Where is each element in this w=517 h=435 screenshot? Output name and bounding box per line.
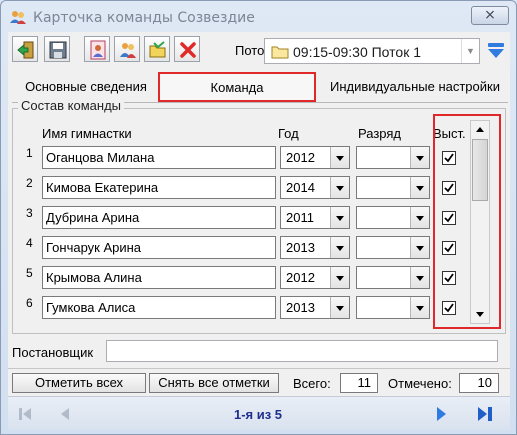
tab-individual-settings[interactable]: Индивидуальные настройки (320, 76, 510, 98)
director-label: Постановщик (12, 345, 94, 360)
rank-select[interactable] (356, 236, 430, 259)
card-person-button[interactable] (84, 36, 110, 62)
delete-icon (180, 42, 196, 58)
year-value: 2014 (286, 180, 315, 195)
open-folder-button[interactable] (144, 36, 170, 62)
chevron-down-icon[interactable] (410, 177, 429, 198)
marked-label: Отмечено: (388, 376, 452, 391)
column-header-name: Имя гимнастки (42, 126, 132, 141)
row-number: 6 (26, 296, 33, 310)
rank-select[interactable] (356, 206, 430, 229)
prev-record-icon (61, 408, 69, 420)
chevron-down-icon[interactable] (330, 147, 349, 168)
team-card-window: Карточка команды Созвездие ⨯ Поток: 09:1… (0, 0, 517, 435)
card-person-icon (90, 40, 106, 60)
folder-icon (271, 46, 289, 59)
last-record-button[interactable] (472, 401, 498, 427)
exit-door-icon (17, 41, 34, 59)
first-record-icon (19, 408, 31, 420)
save-button[interactable] (44, 36, 70, 62)
gymnast-name-field[interactable]: Оганцова Милана (42, 146, 276, 169)
close-button[interactable]: ⨯ (471, 6, 509, 25)
row-number: 2 (26, 176, 33, 190)
stream-select[interactable]: 09:15-09:30 Поток 1 ▼ (264, 38, 480, 64)
column-header-rank: Разряд (358, 126, 401, 141)
column-header-year: Год (278, 126, 299, 141)
chevron-down-icon[interactable] (330, 177, 349, 198)
chevron-down-icon[interactable] (330, 267, 349, 288)
row-number: 1 (26, 146, 33, 160)
year-select[interactable]: 2013 (280, 236, 350, 259)
unmark-all-button[interactable]: Снять все отметки (149, 373, 279, 393)
year-select[interactable]: 2013 (280, 296, 350, 319)
perform-column-highlight (433, 114, 501, 329)
rank-select[interactable] (356, 146, 430, 169)
year-select[interactable]: 2011 (280, 206, 350, 229)
group-title: Состав команды (18, 98, 125, 113)
people-icon (9, 9, 27, 25)
people-button[interactable] (114, 36, 140, 62)
marked-value: 10 (459, 373, 499, 393)
rank-select[interactable] (356, 296, 430, 319)
window-title: Карточка команды Созвездие (33, 10, 255, 26)
year-select[interactable]: 2012 (280, 266, 350, 289)
row-number: 4 (26, 236, 33, 250)
chevron-down-icon[interactable] (410, 147, 429, 168)
year-select[interactable]: 2012 (280, 146, 350, 169)
client-area: Поток: 09:15-09:30 Поток 1 ▼ Основные св… (8, 32, 510, 430)
total-label: Всего: (293, 376, 331, 391)
record-position: 1-я из 5 (233, 407, 283, 422)
prev-record-button[interactable] (52, 401, 78, 427)
stream-value: 09:15-09:30 Поток 1 (293, 44, 422, 60)
record-navigator: 1-я из 5 (8, 396, 510, 430)
year-select[interactable]: 2014 (280, 176, 350, 199)
chevron-down-icon[interactable]: ▼ (461, 39, 479, 63)
director-input[interactable] (106, 340, 498, 362)
gymnast-name-field[interactable]: Крымова Алина (42, 266, 276, 289)
exit-button[interactable] (12, 36, 38, 62)
people-icon (120, 43, 136, 58)
tab-team[interactable]: Команда (158, 72, 316, 102)
next-record-button[interactable] (428, 401, 454, 427)
last-record-icon (478, 407, 492, 421)
year-value: 2012 (286, 150, 315, 165)
chevron-down-icon[interactable] (410, 267, 429, 288)
filter-button[interactable] (484, 38, 508, 64)
next-record-icon (437, 407, 446, 421)
tab-main-info[interactable]: Основные сведения (16, 76, 156, 98)
save-icon (49, 41, 67, 59)
gymnast-name-field[interactable]: Гумкова Алиса (42, 296, 276, 319)
total-value: 11 (340, 373, 378, 393)
gymnast-name-field[interactable]: Дубрина Арина (42, 206, 276, 229)
gymnast-name-field[interactable]: Гончарук Арина (42, 236, 276, 259)
chevron-down-icon[interactable] (410, 297, 429, 318)
year-value: 2012 (286, 270, 315, 285)
year-value: 2013 (286, 300, 315, 315)
gymnast-name-field[interactable]: Кимова Екатерина (42, 176, 276, 199)
filter-icon (488, 43, 504, 58)
row-number: 3 (26, 206, 33, 220)
title-bar: Карточка команды Созвездие ⨯ (1, 1, 516, 33)
folder-open-icon (149, 41, 166, 58)
chevron-down-icon[interactable] (410, 237, 429, 258)
year-value: 2013 (286, 240, 315, 255)
year-value: 2011 (286, 210, 314, 225)
toolbar: Поток: 09:15-09:30 Поток 1 ▼ (8, 32, 510, 68)
row-number: 5 (26, 266, 33, 280)
first-record-button[interactable] (12, 401, 38, 427)
chevron-down-icon[interactable] (330, 237, 349, 258)
rank-select[interactable] (356, 266, 430, 289)
rank-select[interactable] (356, 176, 430, 199)
mark-all-button[interactable]: Отметить всех (12, 373, 146, 393)
chevron-down-icon[interactable] (330, 207, 349, 228)
delete-button[interactable] (174, 36, 200, 62)
chevron-down-icon[interactable] (330, 297, 349, 318)
chevron-down-icon[interactable] (410, 207, 429, 228)
divider (8, 368, 510, 369)
